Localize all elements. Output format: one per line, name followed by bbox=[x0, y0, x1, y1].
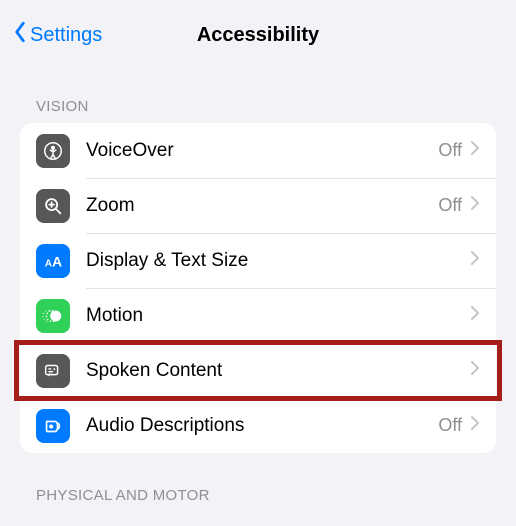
chevron-right-icon bbox=[470, 195, 480, 216]
settings-group-vision: VoiceOver Off Zoom Off AA Display & Text… bbox=[20, 123, 496, 453]
voiceover-icon bbox=[36, 134, 70, 168]
row-label: Audio Descriptions bbox=[86, 415, 438, 437]
row-label: Spoken Content bbox=[86, 360, 462, 382]
row-label: VoiceOver bbox=[86, 140, 438, 162]
row-zoom[interactable]: Zoom Off bbox=[20, 178, 496, 233]
section-header-physical-motor: PHYSICAL AND MOTOR bbox=[0, 453, 516, 512]
row-spoken-content[interactable]: Spoken Content bbox=[20, 343, 496, 398]
chevron-right-icon bbox=[470, 415, 480, 436]
row-status: Off bbox=[438, 415, 462, 436]
row-status: Off bbox=[438, 140, 462, 161]
chevron-left-icon bbox=[12, 21, 28, 49]
nav-bar: Settings Accessibility bbox=[0, 6, 516, 64]
chevron-right-icon bbox=[470, 360, 480, 381]
zoom-icon bbox=[36, 189, 70, 223]
row-motion[interactable]: Motion bbox=[20, 288, 496, 343]
row-voiceover[interactable]: VoiceOver Off bbox=[20, 123, 496, 178]
chevron-right-icon bbox=[470, 305, 480, 326]
row-label: Display & Text Size bbox=[86, 250, 462, 272]
row-audio-descriptions[interactable]: Audio Descriptions Off bbox=[20, 398, 496, 453]
row-display-text-size[interactable]: AA Display & Text Size bbox=[20, 233, 496, 288]
back-button[interactable]: Settings bbox=[12, 21, 102, 49]
text-size-icon: AA bbox=[36, 244, 70, 278]
row-status: Off bbox=[438, 195, 462, 216]
chevron-right-icon bbox=[470, 140, 480, 161]
motion-icon bbox=[36, 299, 70, 333]
spoken-content-icon bbox=[36, 354, 70, 388]
row-label: Motion bbox=[86, 305, 462, 327]
audio-descriptions-icon bbox=[36, 409, 70, 443]
svg-text:A: A bbox=[52, 254, 62, 269]
row-label: Zoom bbox=[86, 195, 438, 217]
back-label: Settings bbox=[30, 24, 102, 47]
section-header-vision: VISION bbox=[0, 64, 516, 123]
chevron-right-icon bbox=[470, 250, 480, 271]
